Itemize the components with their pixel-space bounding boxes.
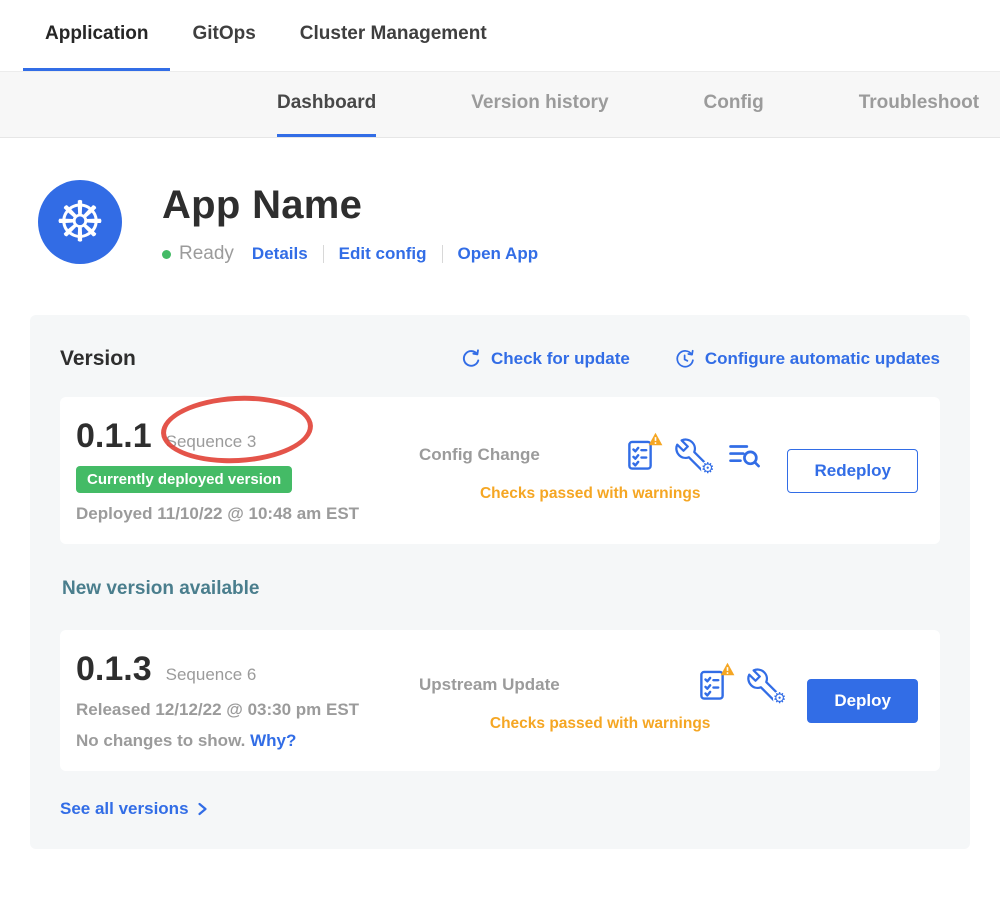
- no-changes-row: No changes to show. Why?: [76, 731, 411, 751]
- check-for-update-label: Check for update: [491, 349, 630, 369]
- ready-status-dot-icon: [162, 250, 171, 259]
- see-all-versions-label: See all versions: [60, 799, 189, 819]
- new-version-info: 0.1.3 Sequence 6 Released 12/12/22 @ 03:…: [76, 650, 411, 751]
- tab-application[interactable]: Application: [23, 0, 170, 71]
- app-status-row: Ready Details Edit config Open App: [162, 243, 538, 265]
- current-version-number: 0.1.1: [76, 417, 152, 456]
- app-status: Ready: [179, 243, 234, 265]
- new-version-sequence: Sequence 6: [166, 665, 257, 685]
- new-version-line: 0.1.3 Sequence 6: [76, 650, 411, 689]
- kubernetes-logo-icon: ☸: [38, 180, 122, 264]
- top-navigation: Application GitOps Cluster Management: [0, 0, 1000, 72]
- tab-troubleshoot[interactable]: Troubleshoot: [859, 72, 979, 137]
- configure-automatic-updates-label: Configure automatic updates: [705, 349, 940, 369]
- view-files-icon[interactable]: [727, 438, 761, 472]
- chevron-right-icon: [196, 802, 209, 816]
- new-version-icons: ⚙: [695, 668, 781, 702]
- config-wrench-icon[interactable]: ⚙: [675, 438, 709, 472]
- config-wrench-icon[interactable]: ⚙: [747, 668, 781, 702]
- new-checks-status: Checks passed with warnings: [419, 715, 781, 733]
- warning-triangle-icon: [648, 432, 663, 446]
- app-header: ☸ App Name Ready Details Edit config Ope…: [38, 180, 970, 265]
- edit-config-link[interactable]: Edit config: [339, 244, 427, 264]
- current-checks-status: Checks passed with warnings: [419, 485, 761, 503]
- clock-refresh-icon: [674, 348, 696, 370]
- currently-deployed-badge: Currently deployed version: [76, 466, 292, 493]
- current-version-middle: Config Change: [411, 438, 769, 503]
- current-version-line: 0.1.1 Sequence 3: [76, 417, 411, 456]
- check-for-update-link[interactable]: Check for update: [460, 348, 630, 370]
- see-all-versions-link[interactable]: See all versions: [60, 799, 209, 819]
- refresh-icon: [460, 348, 482, 370]
- new-version-heading: New version available: [62, 578, 940, 600]
- deployed-timestamp: Deployed 11/10/22 @ 10:48 am EST: [76, 504, 411, 524]
- gear-icon: ⚙: [773, 691, 786, 706]
- released-timestamp: Released 12/12/22 @ 03:30 pm EST: [76, 700, 411, 720]
- app-title: App Name: [162, 183, 538, 228]
- current-version-icons: ⚙: [623, 438, 761, 472]
- current-version-sequence: Sequence 3: [166, 432, 257, 452]
- new-version-number: 0.1.3: [76, 650, 152, 689]
- details-link[interactable]: Details: [252, 244, 308, 264]
- app-header-text: App Name Ready Details Edit config Open …: [162, 180, 538, 265]
- new-version-middle: Upstream Update: [411, 668, 789, 733]
- tab-cluster-management[interactable]: Cluster Management: [278, 0, 509, 71]
- preflight-checks-icon[interactable]: [695, 668, 729, 702]
- new-version-card: 0.1.3 Sequence 6 Released 12/12/22 @ 03:…: [60, 630, 940, 771]
- tab-config[interactable]: Config: [704, 72, 764, 137]
- divider: [323, 245, 324, 263]
- app-sub-navigation: Dashboard Version history Config Trouble…: [0, 72, 1000, 138]
- current-version-source: Config Change: [419, 445, 540, 465]
- preflight-checks-icon[interactable]: [623, 438, 657, 472]
- why-link[interactable]: Why?: [250, 731, 296, 750]
- deploy-button[interactable]: Deploy: [807, 679, 918, 723]
- configure-automatic-updates-link[interactable]: Configure automatic updates: [674, 348, 940, 370]
- open-app-link[interactable]: Open App: [458, 244, 539, 264]
- new-version-source: Upstream Update: [419, 675, 560, 695]
- gear-icon: ⚙: [701, 461, 714, 476]
- divider: [442, 245, 443, 263]
- version-panel-header: Version Check for update Configure autom…: [60, 347, 940, 371]
- warning-triangle-icon: [720, 662, 735, 676]
- current-version-card: 0.1.1 Sequence 3 Currently deployed vers…: [60, 397, 940, 544]
- version-panel: Version Check for update Configure autom…: [30, 315, 970, 849]
- current-version-info: 0.1.1 Sequence 3 Currently deployed vers…: [76, 417, 411, 524]
- tab-version-history[interactable]: Version history: [471, 72, 608, 137]
- version-panel-title: Version: [60, 347, 460, 371]
- tab-dashboard[interactable]: Dashboard: [277, 72, 376, 137]
- main-content: ☸ App Name Ready Details Edit config Ope…: [0, 138, 1000, 879]
- redeploy-button[interactable]: Redeploy: [787, 449, 918, 493]
- no-changes-text: No changes to show.: [76, 731, 245, 750]
- tab-gitops[interactable]: GitOps: [170, 0, 277, 71]
